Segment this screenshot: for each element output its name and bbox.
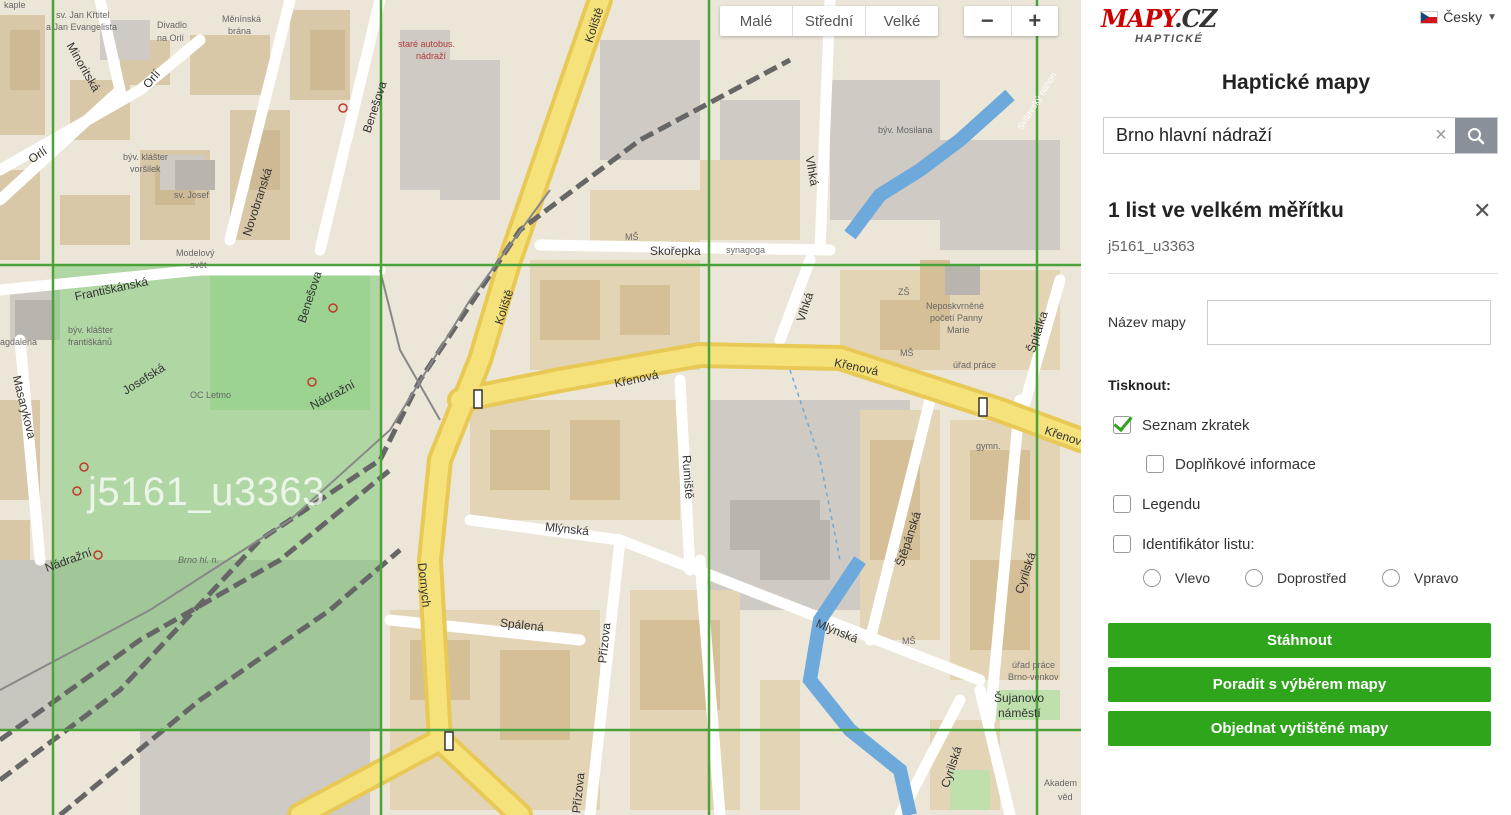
zoom-out-button[interactable]: − (964, 6, 1012, 36)
size-large-button[interactable]: Velké (866, 6, 938, 36)
size-small-button[interactable]: Malé (720, 6, 793, 36)
map-label: brána (228, 26, 252, 36)
logo-subtitle: HAPTICKÉ (1135, 33, 1204, 45)
language-label: Česky (1443, 9, 1483, 25)
street-label: Rumiště (679, 454, 697, 500)
selection-sheet-id: j5161_u3363 (1108, 238, 1195, 255)
selection-title: 1 list ve velkém měřítku (1108, 199, 1344, 222)
side-panel: MAPY.CZ HAPTICKÉ Česky ▼ Haptické mapy ×… (1081, 0, 1511, 815)
map-label: na Orlí (157, 33, 185, 43)
close-selection-icon[interactable]: ✕ (1473, 198, 1491, 224)
map-label: agdalena (0, 337, 38, 347)
logo-text: MAPY (1101, 4, 1175, 33)
size-medium-button[interactable]: Střední (793, 6, 866, 36)
download-button[interactable]: Stáhnout (1108, 623, 1491, 658)
panel-title: Haptické mapy (1221, 71, 1371, 94)
map-label: Modelový (176, 248, 215, 258)
map-label: Neposkvrněné (926, 301, 985, 311)
map-label: synagoga (726, 245, 766, 255)
map-label: Brno hl. n. (178, 555, 220, 565)
map-label: františkánů (68, 337, 113, 347)
checkbox[interactable] (1146, 455, 1164, 473)
checkbox[interactable] (1113, 535, 1131, 553)
map-label: početí Panny (930, 313, 983, 323)
map-label: ZŠ (898, 287, 910, 297)
map-label: býv. klášter (123, 152, 168, 162)
map-name-label: Název mapy (1108, 314, 1186, 330)
clear-search-icon[interactable]: × (1427, 118, 1455, 153)
search-box: × (1103, 117, 1498, 154)
map-label: svět (190, 260, 207, 270)
radio-button[interactable] (1382, 569, 1400, 587)
checkbox[interactable] (1113, 495, 1131, 513)
option-doplnkove-informace[interactable]: Doplňkové informace (1146, 455, 1316, 473)
map-label: náměstí (998, 706, 1041, 720)
option-label: Seznam zkratek (1142, 416, 1250, 434)
map-label: Divadlo (157, 20, 188, 30)
checkbox-checked[interactable] (1113, 416, 1131, 434)
logo-domain: .CZ (1174, 4, 1217, 33)
map-label: úřad práce (953, 360, 997, 370)
map-label: nádraží (416, 51, 447, 61)
chevron-down-icon: ▼ (1487, 11, 1497, 23)
map-label: MŠ (625, 232, 639, 242)
map-label: Měnínská (222, 14, 262, 24)
map-canvas[interactable]: Malé Střední Velké − + j5161_u3363 kaple… (0, 0, 1081, 815)
map-label: úřad práce (1012, 660, 1056, 670)
map-label: MŠ (902, 636, 916, 646)
position-label: Vlevo (1175, 570, 1211, 586)
map-label: Akadem (1044, 778, 1078, 788)
position-left[interactable]: Vlevo (1143, 569, 1210, 587)
print-options-label: Tisknout: (1108, 377, 1171, 393)
map-label: Brno-venkov (1008, 672, 1059, 682)
option-identifikator[interactable]: Identifikátor listu: (1113, 535, 1255, 553)
position-label: Vpravo (1414, 570, 1459, 586)
map-name-input[interactable] (1207, 300, 1491, 345)
map-label: MŠ (900, 348, 914, 358)
map-label: věd (1058, 792, 1073, 802)
position-label: Doprostřed (1277, 570, 1347, 586)
map-label: sv. Josef (174, 190, 209, 200)
map-label: býv. klášter (68, 325, 113, 335)
search-button[interactable] (1455, 118, 1497, 153)
map-label: gymn. (976, 441, 1001, 451)
zoom-control: − + (964, 6, 1058, 36)
option-label: Doplňkové informace (1175, 455, 1316, 473)
divider (1108, 273, 1498, 274)
map-label: býv. Mosilana (878, 125, 933, 135)
language-selector[interactable]: Česky ▼ (1420, 9, 1497, 25)
czech-flag-icon (1420, 10, 1439, 24)
map-label: Šujanovo (994, 691, 1045, 705)
street-label: Skořepka (650, 244, 701, 258)
map-label: a Jan Evangelista (46, 22, 118, 32)
map-label: Marie (947, 325, 970, 335)
position-center[interactable]: Doprostřed (1245, 569, 1346, 587)
order-printed-button[interactable]: Objednat vytištěné mapy (1108, 711, 1491, 746)
map-base (0, 0, 1081, 815)
print-size-toggle: Malé Střední Velké (720, 6, 938, 36)
option-legendu[interactable]: Legendu (1113, 495, 1200, 513)
option-label: Legendu (1142, 495, 1201, 513)
search-icon (1468, 127, 1485, 144)
map-label: staré autobus. (398, 39, 456, 49)
advise-button[interactable]: Poradit s výběrem mapy (1108, 667, 1491, 702)
option-seznam-zkratek[interactable]: Seznam zkratek (1113, 416, 1250, 434)
map-label: kaple (4, 0, 26, 10)
option-label: Identifikátor listu: (1142, 535, 1255, 553)
radio-button[interactable] (1245, 569, 1263, 587)
position-right[interactable]: Vpravo (1382, 569, 1458, 587)
map-label: OC Letmo (190, 390, 232, 400)
radio-button[interactable] (1143, 569, 1161, 587)
search-input[interactable] (1104, 118, 1427, 153)
map-label: sv. Jan Křtitel (56, 10, 110, 20)
selected-sheet-label: j5161_u3363 (88, 470, 325, 514)
map-label: voršilek (130, 164, 161, 174)
mapy-cz-logo[interactable]: MAPY.CZ HAPTICKÉ (1101, 4, 1217, 46)
zoom-in-button[interactable]: + (1012, 6, 1059, 36)
